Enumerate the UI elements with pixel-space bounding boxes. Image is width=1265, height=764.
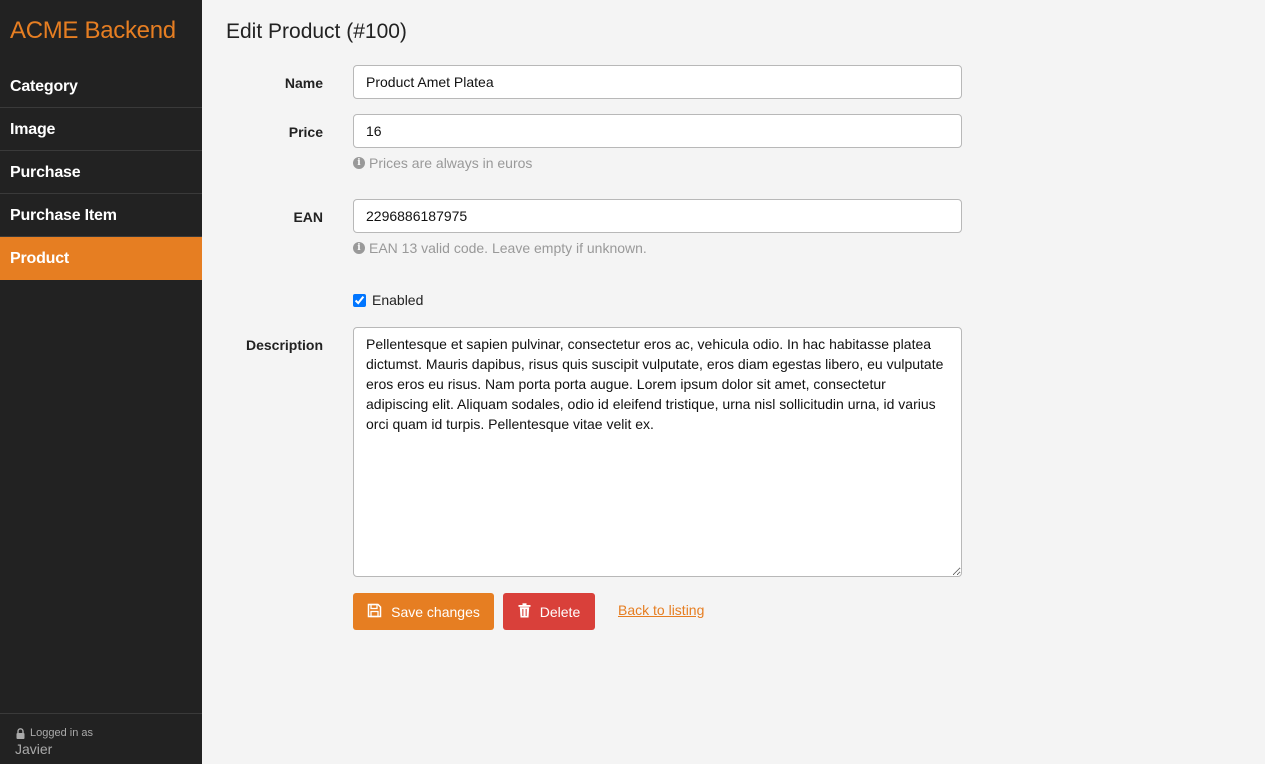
ean-help-text: EAN 13 valid code. Leave empty if unknow… bbox=[369, 240, 647, 256]
floppy-disk-icon bbox=[367, 603, 382, 621]
lock-icon bbox=[15, 727, 26, 739]
current-user: Javier bbox=[15, 741, 53, 757]
save-changes-button[interactable]: Save changes bbox=[353, 593, 494, 630]
sidebar-item-category[interactable]: Category bbox=[0, 65, 202, 108]
enabled-label: Enabled bbox=[372, 292, 424, 308]
sidebar-item-product[interactable]: Product bbox=[0, 237, 202, 280]
delete-button[interactable]: Delete bbox=[503, 593, 595, 630]
price-help-text: Prices are always in euros bbox=[369, 155, 533, 171]
sidebar-item-purchase[interactable]: Purchase bbox=[0, 151, 202, 194]
sidebar-nav: Category Image Purchase Purchase Item Pr… bbox=[0, 65, 202, 280]
name-field[interactable] bbox=[353, 65, 962, 99]
logged-in-label: Logged in as bbox=[30, 727, 93, 739]
description-label: Description bbox=[245, 337, 323, 353]
ean-help: i EAN 13 valid code. Leave empty if unkn… bbox=[353, 240, 647, 256]
price-help: i Prices are always in euros bbox=[353, 155, 532, 171]
ean-label: EAN bbox=[293, 209, 323, 225]
info-circle-icon: i bbox=[353, 242, 365, 254]
enabled-checkbox[interactable] bbox=[353, 293, 366, 307]
price-label: Price bbox=[288, 124, 323, 140]
price-field[interactable] bbox=[353, 114, 962, 148]
name-label: Name bbox=[284, 75, 323, 91]
back-to-listing-link[interactable]: Back to listing bbox=[618, 602, 704, 618]
sidebar-item-purchase-item[interactable]: Purchase Item bbox=[0, 194, 202, 237]
sidebar: ACME Backend Category Image Purchase Pur… bbox=[0, 0, 202, 764]
trash-icon bbox=[518, 602, 531, 621]
page-title: Edit Product (#100) bbox=[226, 20, 407, 43]
delete-label: Delete bbox=[539, 603, 581, 620]
description-field[interactable]: Pellentesque et sapien pulvinar, consect… bbox=[353, 327, 962, 577]
brand-logo[interactable]: ACME Backend bbox=[10, 17, 176, 45]
ean-field[interactable] bbox=[353, 199, 962, 233]
sidebar-footer: Logged in as Javier bbox=[0, 713, 202, 757]
info-circle-icon: i bbox=[353, 157, 365, 169]
sidebar-item-image[interactable]: Image bbox=[0, 108, 202, 151]
enabled-checkbox-row[interactable]: Enabled bbox=[353, 292, 423, 308]
save-changes-label: Save changes bbox=[391, 603, 480, 620]
